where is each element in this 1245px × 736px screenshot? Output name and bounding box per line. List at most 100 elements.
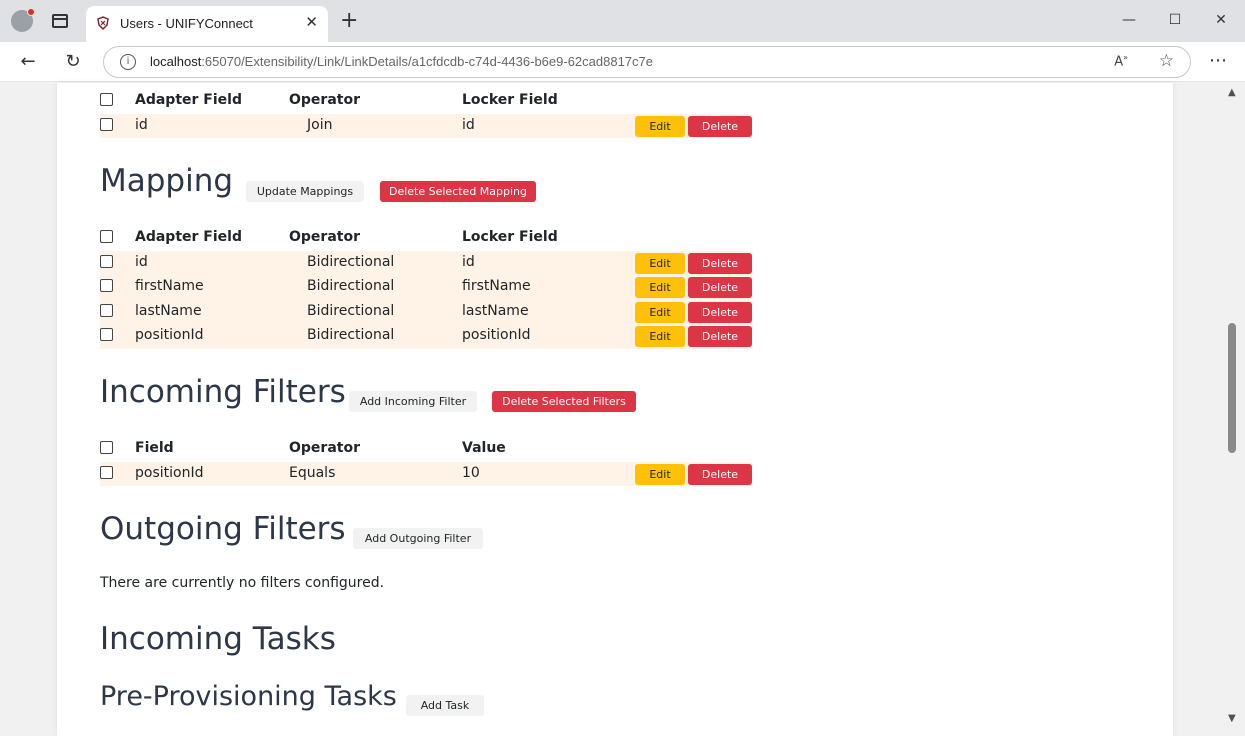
page-viewport: Adapter Field Operator Locker Field id J…: [0, 83, 1245, 736]
table-row: positionId Bidirectional positionId Edit…: [100, 324, 752, 349]
scroll-down-arrow-icon[interactable]: ▼: [1228, 713, 1236, 724]
row-checkbox[interactable]: [100, 117, 113, 131]
browser-tab-active[interactable]: Users - UNIFYConnect ✕: [86, 6, 328, 42]
site-info-icon[interactable]: i: [120, 54, 136, 70]
column-header: Locker Field: [462, 229, 558, 245]
column-header: Adapter Field: [135, 229, 242, 245]
outgoing-filters-heading: Outgoing Filters: [100, 511, 346, 547]
edit-button[interactable]: Edit: [635, 301, 685, 323]
browser-tab-bar: Users - UNIFYConnect ✕ + — ☐ ✕: [0, 0, 1245, 42]
select-all-checkbox[interactable]: [100, 93, 113, 106]
edit-button[interactable]: Edit: [635, 115, 685, 137]
table-header-row: Adapter Field Operator Locker Field: [100, 89, 752, 114]
field-cell: positionId: [135, 464, 204, 481]
locker-field-cell: positionId: [462, 327, 531, 343]
locker-field-cell: id: [462, 253, 475, 270]
column-header: Operator: [289, 440, 360, 456]
maximize-icon[interactable]: ☐: [1165, 10, 1185, 30]
minimize-icon[interactable]: —: [1119, 10, 1139, 30]
delete-selected-filters-button[interactable]: Delete Selected Filters: [492, 391, 636, 412]
mapping-table: Adapter Field Operator Locker Field id B…: [100, 226, 752, 349]
url-path: :65070/Extensibility/Link/LinkDetails/a1…: [201, 54, 653, 69]
page-content: Adapter Field Operator Locker Field id J…: [57, 83, 1173, 736]
delete-selected-mapping-button[interactable]: Delete Selected Mapping: [380, 181, 536, 202]
row-checkbox[interactable]: [100, 328, 113, 341]
select-all-checkbox[interactable]: [100, 441, 113, 454]
tab-close-icon[interactable]: ✕: [305, 13, 318, 31]
pre-provisioning-tasks-heading: Pre-Provisioning Tasks: [100, 681, 397, 712]
reload-icon[interactable]: ↻: [61, 50, 85, 74]
table-row: firstName Bidirectional firstName Edit D…: [100, 275, 752, 300]
incoming-filters-table: Field Operator Value positionId Equals 1…: [100, 437, 752, 486]
table-row: positionId Equals 10 Edit Delete: [100, 461, 752, 486]
add-task-button[interactable]: Add Task: [406, 695, 484, 716]
operator-cell: Bidirectional: [307, 278, 395, 294]
join-table: Adapter Field Operator Locker Field id J…: [100, 89, 752, 138]
browser-toolbar: ← ↻ i localhost:65070/Extensibility/Link…: [0, 42, 1245, 82]
add-outgoing-filter-button[interactable]: Add Outgoing Filter: [353, 528, 483, 549]
back-arrow-icon[interactable]: ←: [16, 50, 40, 74]
operator-cell: Bidirectional: [307, 253, 395, 270]
new-tab-icon[interactable]: +: [340, 10, 358, 32]
update-mappings-button[interactable]: Update Mappings: [246, 181, 364, 202]
adapter-field-cell: firstName: [135, 278, 204, 294]
select-all-checkbox[interactable]: [100, 230, 113, 243]
table-row: id Join id Edit Delete: [100, 113, 752, 138]
column-header: Value: [462, 440, 506, 456]
locker-field-cell: lastName: [462, 302, 529, 319]
table-header-row: Field Operator Value: [100, 437, 752, 462]
notification-dot: [27, 8, 35, 16]
scrollbar-thumb[interactable]: [1228, 323, 1236, 453]
table-header-row: Adapter Field Operator Locker Field: [100, 226, 752, 251]
delete-button[interactable]: Delete: [688, 326, 752, 347]
table-row: lastName Bidirectional lastName Edit Del…: [100, 299, 752, 324]
edit-button[interactable]: Edit: [635, 326, 685, 347]
value-cell: 10: [462, 464, 480, 481]
column-header: Field: [135, 440, 174, 456]
adapter-field-cell: positionId: [135, 327, 204, 343]
row-checkbox[interactable]: [100, 465, 113, 479]
window-close-icon[interactable]: ✕: [1211, 10, 1231, 30]
tab-title: Users - UNIFYConnect: [120, 16, 253, 31]
url-text[interactable]: localhost:65070/Extensibility/Link/LinkD…: [150, 54, 653, 69]
delete-button[interactable]: Delete: [688, 277, 752, 298]
address-bar[interactable]: i localhost:65070/Extensibility/Link/Lin…: [103, 46, 1191, 78]
adapter-field-cell: id: [135, 253, 148, 270]
operator-cell: Bidirectional: [307, 302, 395, 319]
operator-cell: Bidirectional: [307, 327, 395, 343]
adapter-field-cell: id: [135, 116, 148, 133]
delete-button[interactable]: Delete: [688, 463, 752, 485]
delete-button[interactable]: Delete: [688, 301, 752, 323]
column-header: Operator: [289, 92, 360, 108]
operator-cell: Equals: [289, 464, 336, 481]
row-checkbox[interactable]: [100, 254, 113, 268]
no-filters-message: There are currently no filters configure…: [100, 575, 385, 591]
row-checkbox[interactable]: [100, 279, 113, 292]
mapping-heading: Mapping: [100, 163, 234, 199]
delete-button[interactable]: Delete: [688, 115, 752, 137]
tab-actions-icon[interactable]: [52, 14, 68, 28]
column-header: Adapter Field: [135, 92, 242, 108]
url-host: localhost: [150, 54, 202, 69]
site-favicon-icon: [97, 16, 109, 30]
column-header: Operator: [289, 229, 360, 245]
edit-button[interactable]: Edit: [635, 277, 685, 298]
add-incoming-filter-button[interactable]: Add Incoming Filter: [349, 391, 477, 412]
favorite-star-icon[interactable]: ☆: [1159, 51, 1174, 71]
row-checkbox[interactable]: [100, 303, 113, 317]
delete-button[interactable]: Delete: [688, 252, 752, 274]
incoming-tasks-heading: Incoming Tasks: [100, 621, 336, 657]
scroll-up-arrow-icon[interactable]: ▲: [1228, 87, 1236, 98]
page-scrollbar[interactable]: ▲ ▼: [1224, 83, 1240, 736]
column-header: Locker Field: [462, 92, 558, 108]
locker-field-cell: firstName: [462, 278, 531, 294]
adapter-field-cell: lastName: [135, 302, 202, 319]
edit-button[interactable]: Edit: [635, 463, 685, 485]
incoming-filters-heading: Incoming Filters: [100, 374, 346, 410]
table-row: id Bidirectional id Edit Delete: [100, 250, 752, 275]
more-menu-icon[interactable]: ⋯: [1209, 50, 1227, 71]
locker-field-cell: id: [462, 116, 475, 133]
read-aloud-icon[interactable]: A»: [1114, 53, 1128, 69]
profile-avatar[interactable]: [11, 8, 35, 32]
edit-button[interactable]: Edit: [635, 252, 685, 274]
